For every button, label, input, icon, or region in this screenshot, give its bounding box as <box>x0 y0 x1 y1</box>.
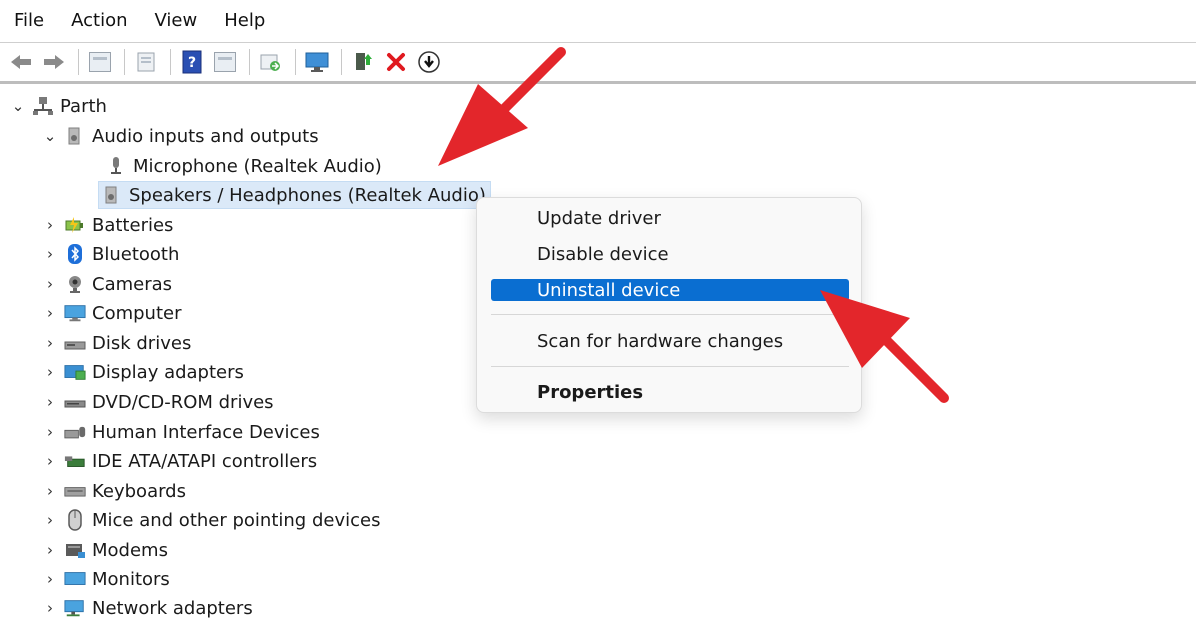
red-arrow-speakers <box>438 47 566 166</box>
annotation-arrows <box>438 47 949 403</box>
red-arrow-uninstall <box>820 290 949 403</box>
